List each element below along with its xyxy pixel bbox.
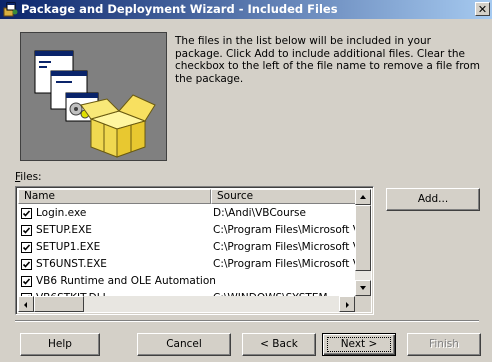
help-button[interactable]: Help: [20, 333, 100, 356]
include-checkbox[interactable]: [21, 259, 32, 270]
include-checkbox[interactable]: [21, 242, 32, 253]
close-button[interactable]: ✕: [475, 2, 490, 16]
cancel-button[interactable]: Cancel: [137, 333, 231, 356]
wizard-app-icon: [3, 2, 18, 17]
scroll-up-button[interactable]: [355, 189, 371, 205]
vertical-scrollbar[interactable]: [355, 189, 371, 296]
close-icon: ✕: [477, 3, 488, 16]
arrow-right-icon: [346, 302, 349, 308]
scroll-down-button[interactable]: [355, 280, 371, 296]
file-name: SETUP1.EXE: [36, 241, 101, 253]
list-item[interactable]: ST6UNST.EXE C:\Program Files\Microsoft V…: [18, 256, 361, 273]
checkmark-icon: [22, 244, 31, 251]
arrow-up-icon: [360, 195, 366, 199]
help-button-label: Help: [48, 338, 72, 350]
arrow-down-icon: [360, 286, 366, 290]
wizard-illustration: [20, 32, 167, 161]
vertical-scroll-thumb[interactable]: [355, 205, 371, 271]
list-item[interactable]: SETUP1.EXE C:\Program Files\Microsoft Vi…: [18, 239, 361, 256]
horizontal-scroll-thumb[interactable]: [34, 296, 84, 312]
back-button[interactable]: < Back: [242, 333, 316, 356]
finish-button-label: Finish: [429, 338, 459, 350]
scrollbar-corner: [355, 296, 371, 312]
back-button-label: < Back: [260, 338, 298, 350]
file-source: C:\Program Files\Microsoft Visu: [213, 241, 359, 253]
separator: [15, 320, 479, 322]
scroll-left-button[interactable]: [18, 296, 34, 312]
add-button-label: Add...: [417, 193, 449, 205]
file-name: ST6UNST.EXE: [36, 258, 107, 270]
file-name: Login.exe: [36, 207, 87, 219]
finish-button[interactable]: Finish: [407, 333, 481, 356]
add-button[interactable]: Add...: [386, 188, 480, 211]
file-name: VB6 Runtime and OLE Automation: [36, 275, 216, 287]
file-source: C:\Program Files\Microsoft Visu: [213, 224, 359, 236]
title-bar[interactable]: Package and Deployment Wizard - Included…: [0, 0, 492, 19]
list-item[interactable]: SETUP.EXE C:\Program Files\Microsoft Vis…: [18, 222, 361, 239]
arrow-left-icon: [24, 302, 27, 308]
next-button[interactable]: Next >: [322, 333, 396, 356]
checkmark-icon: [22, 261, 31, 268]
instructions-text: The files in the list below will be incl…: [175, 35, 480, 85]
include-checkbox[interactable]: [21, 225, 32, 236]
file-source: D:\Andi\VBCourse: [213, 207, 306, 219]
files-list[interactable]: Name Source Login.exe D:\Andi\VBCourse S…: [15, 186, 374, 315]
window-title: Package and Deployment Wizard - Included…: [21, 2, 338, 16]
file-name: SETUP.EXE: [36, 224, 92, 236]
files-label: Files:: [15, 171, 42, 183]
list-item[interactable]: VB6 Runtime and OLE Automation: [18, 273, 361, 290]
include-checkbox[interactable]: [21, 276, 32, 287]
list-item[interactable]: Login.exe D:\Andi\VBCourse: [18, 205, 361, 222]
horizontal-scrollbar[interactable]: [18, 296, 355, 312]
checkmark-icon: [22, 278, 31, 285]
files-label-text: iles:: [20, 171, 42, 183]
focus-rect: [327, 337, 391, 352]
cancel-button-label: Cancel: [166, 338, 202, 350]
checkmark-icon: [22, 227, 31, 234]
include-checkbox[interactable]: [21, 208, 32, 219]
wizard-window: Package and Deployment Wizard - Included…: [0, 0, 492, 362]
column-header-source[interactable]: Source: [211, 189, 361, 204]
file-source: C:\Program Files\Microsoft Visu: [213, 258, 359, 270]
scroll-right-button[interactable]: [339, 296, 355, 312]
column-header-name[interactable]: Name: [18, 189, 211, 204]
list-header: Name Source: [18, 189, 361, 204]
checkmark-icon: [22, 210, 31, 217]
